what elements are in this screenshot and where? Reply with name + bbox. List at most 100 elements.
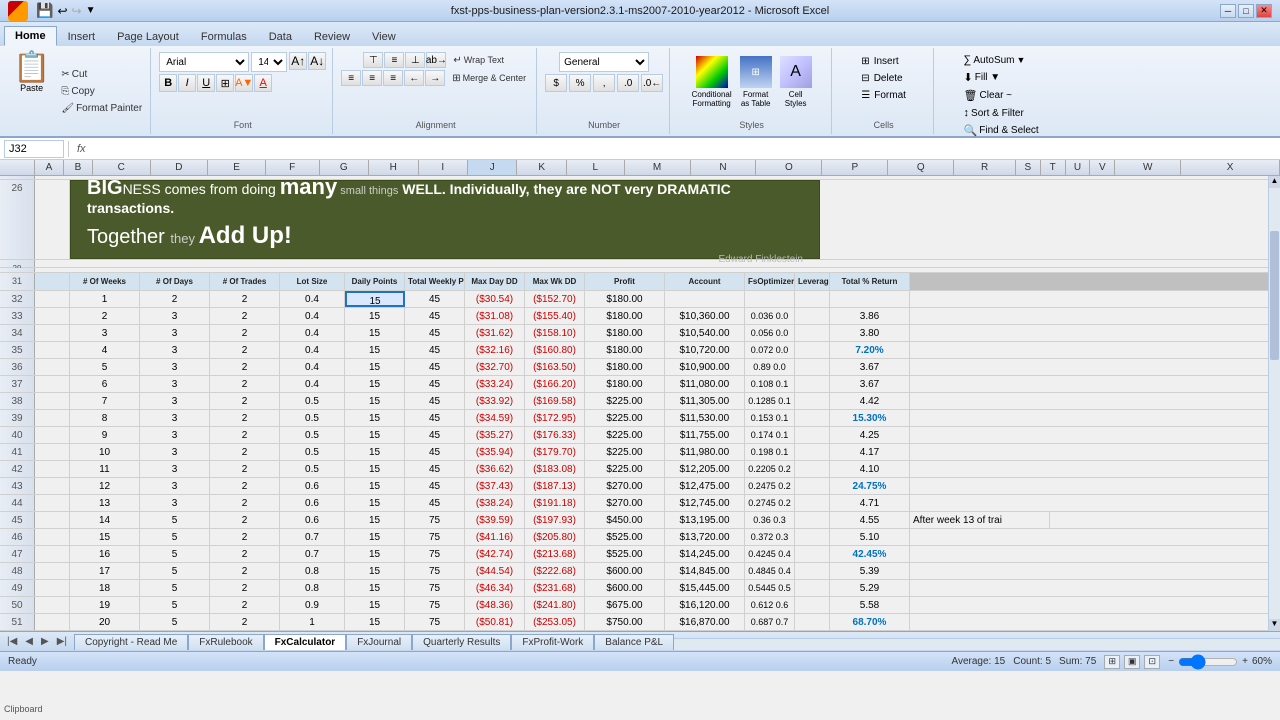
qat-redo[interactable]: ↪ bbox=[72, 4, 82, 18]
page-layout-btn[interactable]: ▣ bbox=[1124, 655, 1140, 669]
week-34[interactable]: 3 bbox=[70, 325, 140, 341]
c-43-b[interactable] bbox=[35, 478, 70, 494]
col-header-i[interactable]: I bbox=[419, 160, 468, 175]
lev-35[interactable] bbox=[795, 342, 830, 358]
opt-42[interactable]: 0.2205 0.2 bbox=[745, 461, 795, 477]
maxwkdd-38[interactable]: ($169.58) bbox=[525, 393, 585, 409]
account-36[interactable]: $10,900.00 bbox=[665, 359, 745, 375]
qat-undo[interactable]: ↩ bbox=[57, 4, 67, 18]
daily-40[interactable]: 15 bbox=[345, 427, 405, 443]
maxdd-48[interactable]: ($44.54) bbox=[465, 563, 525, 579]
maxwkdd-41[interactable]: ($179.70) bbox=[525, 444, 585, 460]
lot-34[interactable]: 0.4 bbox=[280, 325, 345, 341]
tab-first-btn[interactable]: |◀ bbox=[4, 636, 20, 647]
trades-38[interactable]: 2 bbox=[210, 393, 280, 409]
lev-41[interactable] bbox=[795, 444, 830, 460]
profit-32[interactable]: $180.00 bbox=[585, 291, 665, 307]
profit-44[interactable]: $270.00 bbox=[585, 495, 665, 511]
c-50-b[interactable] bbox=[35, 597, 70, 613]
week-36[interactable]: 5 bbox=[70, 359, 140, 375]
conditional-formatting-button[interactable]: ConditionalFormatting bbox=[690, 54, 734, 110]
days-45[interactable]: 5 bbox=[140, 512, 210, 528]
sheet-tab-rulebook[interactable]: FxRulebook bbox=[188, 634, 263, 650]
ret-43[interactable]: 24.75% bbox=[830, 478, 910, 494]
col-header-v[interactable]: V bbox=[1090, 160, 1115, 175]
lot-33[interactable]: 0.4 bbox=[280, 308, 345, 324]
trades-40[interactable]: 2 bbox=[210, 427, 280, 443]
lot-36[interactable]: 0.4 bbox=[280, 359, 345, 375]
border-button[interactable]: ⊞ bbox=[216, 74, 234, 92]
profit-40[interactable]: $225.00 bbox=[585, 427, 665, 443]
lev-47[interactable] bbox=[795, 546, 830, 562]
scroll-down-btn[interactable]: ▼ bbox=[1269, 619, 1280, 631]
weekly-50[interactable]: 75 bbox=[405, 597, 465, 613]
opt-34[interactable]: 0.056 0.0 bbox=[745, 325, 795, 341]
maxdd-45[interactable]: ($39.59) bbox=[465, 512, 525, 528]
daily-36[interactable]: 15 bbox=[345, 359, 405, 375]
opt-33[interactable]: 0.036 0.0 bbox=[745, 308, 795, 324]
opt-41[interactable]: 0.198 0.1 bbox=[745, 444, 795, 460]
account-49[interactable]: $15,445.00 bbox=[665, 580, 745, 596]
days-41[interactable]: 3 bbox=[140, 444, 210, 460]
maxwkdd-42[interactable]: ($183.08) bbox=[525, 461, 585, 477]
lev-40[interactable] bbox=[795, 427, 830, 443]
maxwkdd-40[interactable]: ($176.33) bbox=[525, 427, 585, 443]
days-38[interactable]: 3 bbox=[140, 393, 210, 409]
format-as-table-button[interactable]: ⊞ Formatas Table bbox=[738, 54, 774, 110]
fill-button[interactable]: ⬇ Fill ▼ bbox=[960, 69, 1005, 86]
opt-37[interactable]: 0.108 0.1 bbox=[745, 376, 795, 392]
days-51[interactable]: 5 bbox=[140, 614, 210, 630]
weekly-34[interactable]: 45 bbox=[405, 325, 465, 341]
cell-b26[interactable] bbox=[35, 180, 70, 259]
zoom-level[interactable]: 60% bbox=[1252, 656, 1272, 667]
accounting-btn[interactable]: $ bbox=[545, 74, 567, 92]
weekly-36[interactable]: 45 bbox=[405, 359, 465, 375]
col-header-e[interactable]: E bbox=[208, 160, 266, 175]
maxwkdd-49[interactable]: ($231.68) bbox=[525, 580, 585, 596]
trades-50[interactable]: 2 bbox=[210, 597, 280, 613]
daily-45[interactable]: 15 bbox=[345, 512, 405, 528]
lev-34[interactable] bbox=[795, 325, 830, 341]
maxdd-43[interactable]: ($37.43) bbox=[465, 478, 525, 494]
maxwkdd-43[interactable]: ($187.13) bbox=[525, 478, 585, 494]
c-36-b[interactable] bbox=[35, 359, 70, 375]
lot-46[interactable]: 0.7 bbox=[280, 529, 345, 545]
lev-37[interactable] bbox=[795, 376, 830, 392]
paste-button[interactable]: 📋 Paste bbox=[8, 50, 55, 132]
maxdd-33[interactable]: ($31.08) bbox=[465, 308, 525, 324]
lot-50[interactable]: 0.9 bbox=[280, 597, 345, 613]
align-top-btn[interactable]: ⊤ bbox=[363, 52, 383, 68]
opt-38[interactable]: 0.1285 0.1 bbox=[745, 393, 795, 409]
days-46[interactable]: 5 bbox=[140, 529, 210, 545]
daily-47[interactable]: 15 bbox=[345, 546, 405, 562]
account-42[interactable]: $12,205.00 bbox=[665, 461, 745, 477]
trades-39[interactable]: 2 bbox=[210, 410, 280, 426]
lot-41[interactable]: 0.5 bbox=[280, 444, 345, 460]
ret-49[interactable]: 5.29 bbox=[830, 580, 910, 596]
trades-37[interactable]: 2 bbox=[210, 376, 280, 392]
weekly-43[interactable]: 45 bbox=[405, 478, 465, 494]
lev-45[interactable] bbox=[795, 512, 830, 528]
weekly-37[interactable]: 45 bbox=[405, 376, 465, 392]
lev-43[interactable] bbox=[795, 478, 830, 494]
font-name-select[interactable]: Arial bbox=[159, 52, 249, 72]
c-49-b[interactable] bbox=[35, 580, 70, 596]
wrap-text-btn[interactable]: ↵ Wrap Text bbox=[449, 52, 508, 68]
daily-48[interactable]: 15 bbox=[345, 563, 405, 579]
c-46-b[interactable] bbox=[35, 529, 70, 545]
weekly-40[interactable]: 45 bbox=[405, 427, 465, 443]
c-51-b[interactable] bbox=[35, 614, 70, 630]
col-header-b[interactable]: B bbox=[64, 160, 93, 175]
profit-51[interactable]: $750.00 bbox=[585, 614, 665, 630]
maxwkdd-32[interactable]: ($152.70) bbox=[525, 291, 585, 307]
ret-35[interactable]: 7.20% bbox=[830, 342, 910, 358]
opt-50[interactable]: 0.612 0.6 bbox=[745, 597, 795, 613]
zoom-out-btn[interactable]: − bbox=[1168, 656, 1174, 667]
page-break-btn[interactable]: ⊡ bbox=[1144, 655, 1160, 669]
header-daily[interactable]: Daily Points bbox=[345, 273, 405, 290]
maximize-btn[interactable]: □ bbox=[1238, 4, 1254, 18]
profit-39[interactable]: $225.00 bbox=[585, 410, 665, 426]
lot-43[interactable]: 0.6 bbox=[280, 478, 345, 494]
sheet-tab-profit[interactable]: FxProfit-Work bbox=[511, 634, 594, 650]
daily-46[interactable]: 15 bbox=[345, 529, 405, 545]
